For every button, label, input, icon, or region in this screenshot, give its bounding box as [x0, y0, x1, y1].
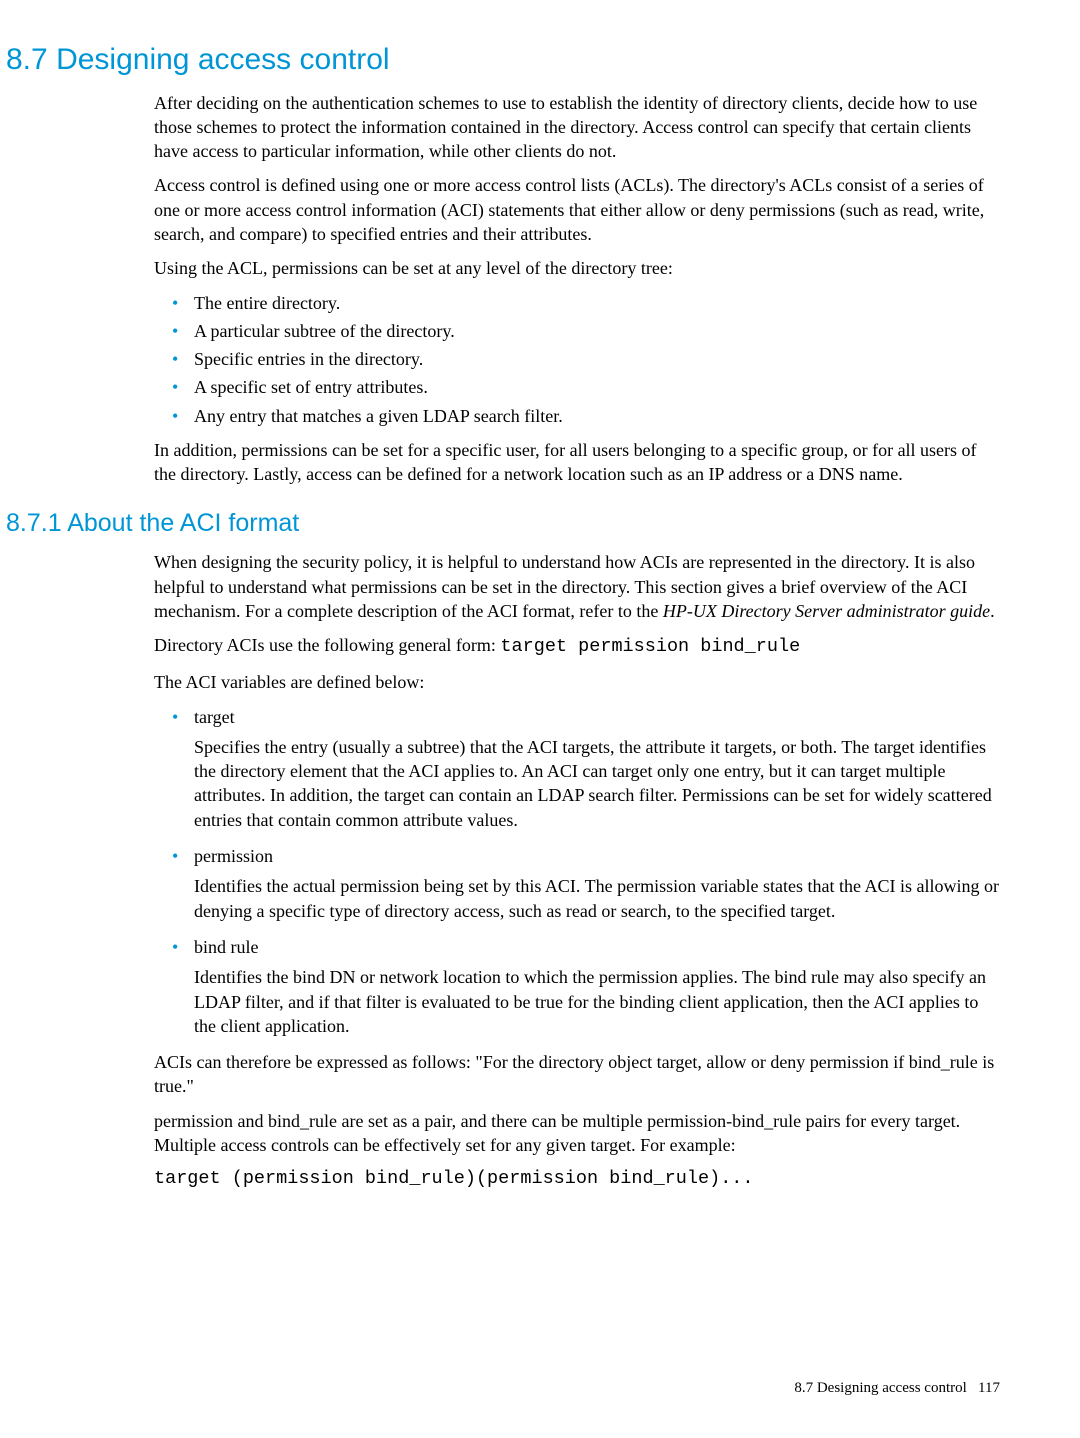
paragraph-text: .: [990, 601, 995, 621]
list-item: bind rule Identifies the bind DN or netw…: [154, 935, 1000, 1038]
definition-body: Identifies the actual permission being s…: [194, 874, 1000, 923]
code-block: target (permission bind_rule)(permission…: [154, 1167, 1000, 1192]
permission-level-list: The entire directory. A particular subtr…: [154, 291, 1000, 428]
section-number: 8.7: [6, 43, 48, 76]
paragraph: The ACI variables are defined below:: [154, 670, 1000, 694]
paragraph: After deciding on the authentication sch…: [154, 91, 1000, 164]
subsection-heading: 8.7.1 About the ACI format: [6, 507, 1000, 541]
inline-code: target permission bind_rule: [500, 636, 800, 657]
footer-section-label: 8.7 Designing access control: [794, 1380, 966, 1396]
list-item: The entire directory.: [154, 291, 1000, 315]
term: permission: [194, 846, 273, 866]
list-item: Specific entries in the directory.: [154, 347, 1000, 371]
list-item: Any entry that matches a given LDAP sear…: [154, 404, 1000, 428]
paragraph: permission and bind_rule are set as a pa…: [154, 1109, 1000, 1158]
definition-body: Specifies the entry (usually a subtree) …: [194, 735, 1000, 832]
paragraph: In addition, permissions can be set for …: [154, 438, 1000, 487]
paragraph: When designing the security policy, it i…: [154, 550, 1000, 623]
term: bind rule: [194, 937, 259, 957]
list-item: A specific set of entry attributes.: [154, 375, 1000, 399]
paragraph: Access control is defined using one or m…: [154, 173, 1000, 246]
term: target: [194, 707, 235, 727]
subsection-title: About the ACI format: [67, 509, 299, 537]
section-title: Designing access control: [56, 43, 390, 76]
paragraph: Using the ACL, permissions can be set at…: [154, 256, 1000, 280]
paragraph-text: Directory ACIs use the following general…: [154, 635, 500, 655]
definition-body: Identifies the bind DN or network locati…: [194, 965, 1000, 1038]
paragraph: ACIs can therefore be expressed as follo…: [154, 1050, 1000, 1099]
subsection-number: 8.7.1: [6, 509, 62, 537]
section-heading: 8.7 Designing access control: [6, 40, 1000, 81]
paragraph: Directory ACIs use the following general…: [154, 633, 1000, 660]
aci-variable-list: target Specifies the entry (usually a su…: [154, 705, 1000, 1039]
list-item: target Specifies the entry (usually a su…: [154, 705, 1000, 832]
list-item: permission Identifies the actual permiss…: [154, 844, 1000, 923]
cited-title: HP-UX Directory Server administrator gui…: [663, 601, 990, 621]
page-footer: 8.7 Designing access control 117: [794, 1378, 1000, 1398]
list-item: A particular subtree of the directory.: [154, 319, 1000, 343]
footer-page-number: 117: [978, 1380, 1000, 1396]
